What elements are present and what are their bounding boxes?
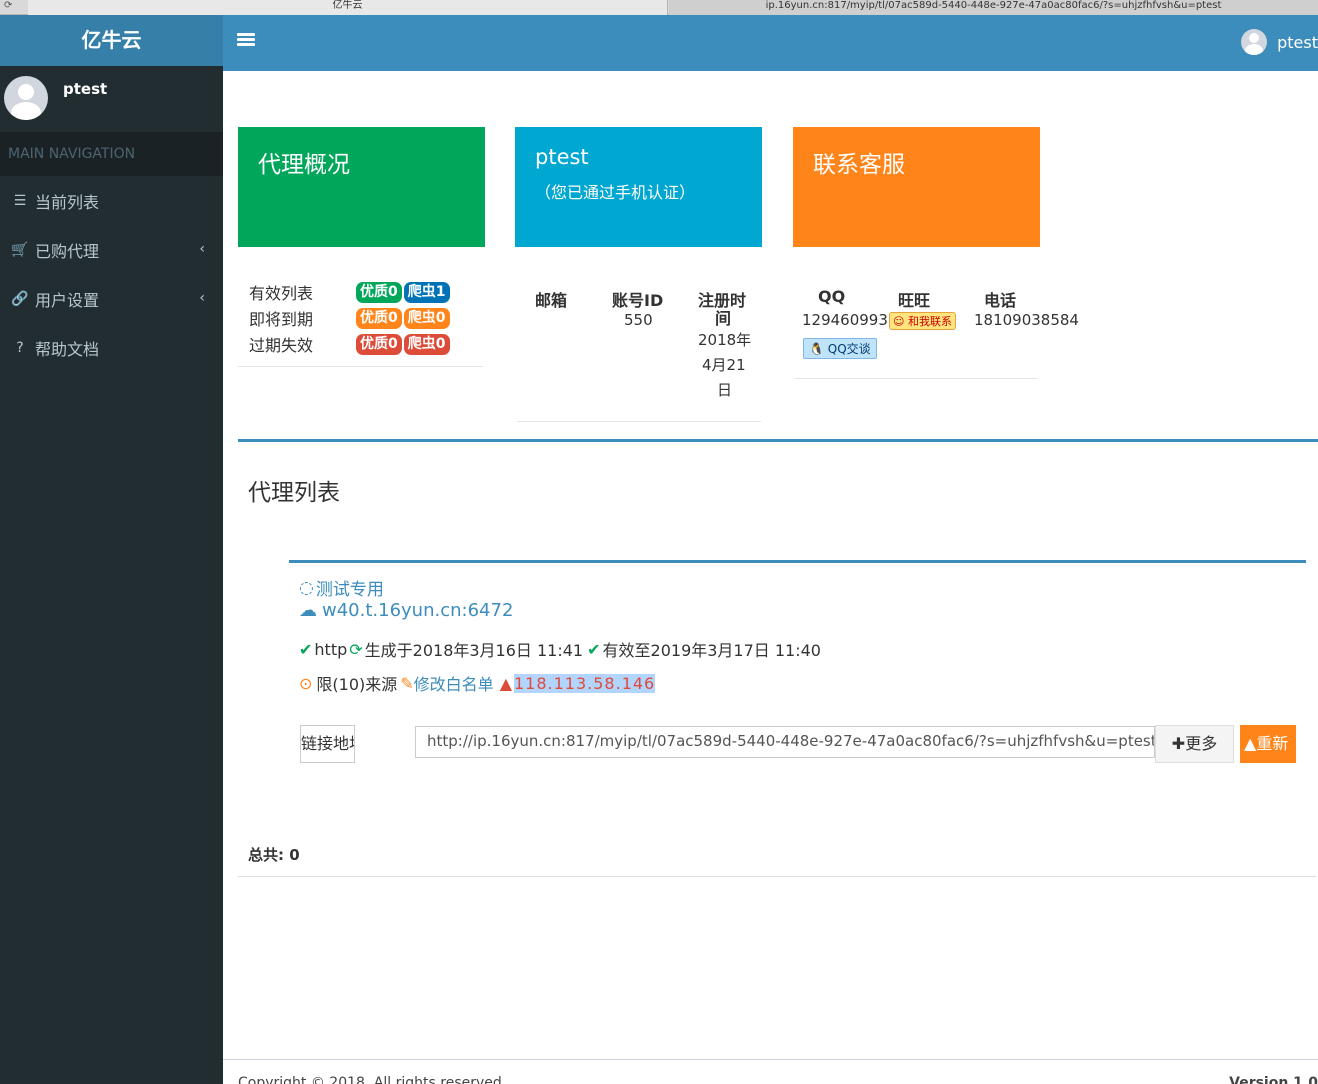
stat-row-expired: 过期失效 优质0 爬虫0 (249, 331, 452, 357)
check-icon: ✔ (299, 639, 313, 659)
support-card: 联系客服 (793, 127, 1040, 247)
sidebar-item-purchased[interactable]: 🛒 已购代理 ‹ (0, 225, 223, 274)
reset-button[interactable]: ▲重新 (1240, 725, 1296, 763)
circle-icon: ◌ (299, 577, 314, 598)
qq-chat-button[interactable]: 🐧 QQ交谈 (803, 338, 877, 359)
link-label: 链接地址 (300, 725, 355, 763)
status-badge[interactable]: 爬虫1 (403, 281, 450, 303)
user-menu[interactable]: ptest (1241, 27, 1318, 57)
edit-whitelist-link[interactable]: 修改白名单 (414, 671, 494, 695)
account-title: ptest (535, 145, 589, 169)
status-badge[interactable]: 优质0 (356, 281, 402, 303)
status-badge[interactable]: 爬虫0 (403, 307, 450, 329)
link-url-field[interactable]: http://ip.16yun.cn:817/myip/tl/07ac589d-… (415, 726, 1155, 758)
sidebar-item-help[interactable]: ? 帮助文档 (0, 323, 223, 372)
stat-row-valid: 有效列表 优质0 爬虫1 (249, 279, 452, 305)
browser-tabbar: ⟳ 亿牛云 ip.16yun.cn:817/myip/tl/07ac589d-5… (0, 0, 1318, 15)
proxy-stats: 有效列表 优质0 爬虫1 即将到期 优质0 爬虫0 过期失效 优质0 爬虫0 (238, 279, 483, 367)
refresh-icon: ⟳ (349, 639, 363, 659)
total-count: 总共: 0 (248, 846, 300, 864)
cloud-icon: ☁ (299, 600, 317, 621)
account-id: 550 (624, 311, 653, 329)
status-badge[interactable]: 爬虫0 (403, 333, 450, 355)
proxy-meta: ✔ http ⟳ 生成于2018年3月16日 11:41 ✔ 有效至2019年3月17… (299, 639, 821, 661)
stat-row-expiring: 即将到期 优质0 爬虫0 (249, 305, 452, 331)
divider (238, 876, 1316, 877)
section-title: 代理列表 (248, 480, 340, 506)
cart-icon: 🛒 (11, 241, 29, 258)
status-badge[interactable]: 优质0 (356, 333, 402, 355)
plus-icon: ✚ (1171, 734, 1186, 753)
footer: Copyright © 2018. All rights reserved. V… (223, 1059, 1318, 1084)
wangwang-button[interactable]: ☺ 和我联系 (889, 312, 956, 330)
list-icon: ☰ (13, 192, 27, 209)
nav-header: MAIN NAVIGATION (0, 132, 223, 176)
divider (517, 421, 761, 422)
link-icon: 🔗 (11, 290, 29, 307)
app-logo[interactable]: 亿牛云 (0, 15, 223, 66)
proxy-name-link[interactable]: ◌ 测试专用 (299, 575, 384, 601)
browser-tab-active[interactable]: 亿牛云 (28, 0, 668, 15)
target-icon: ⊙ (299, 673, 313, 693)
version: Version 1.0 (1229, 1075, 1318, 1084)
check-icon: ✔ (587, 639, 601, 659)
divider (795, 378, 1037, 379)
chevron-left-icon: ‹ (199, 241, 205, 257)
user-avatar (4, 76, 48, 120)
sidebar-item-current-list[interactable]: ☰ 当前列表 (0, 176, 223, 225)
account-info: 邮箱 账号ID 注册时 间 550 2018年 4月21 日 (535, 291, 752, 399)
whitelist-ip[interactable]: 118.113.58.146 (514, 673, 656, 693)
account-subtitle: （您已通过手机认证） (535, 183, 696, 202)
contact-info: QQ 旺旺 电话 1294609932 ☺ 和我联系 18109038584 🐧… (801, 285, 1079, 385)
sidebar-item-label: 当前列表 (35, 192, 100, 212)
warning-icon: ▲ (499, 673, 512, 693)
sidebar-item-user-settings[interactable]: 🔗 用户设置 ‹ (0, 274, 223, 323)
more-button[interactable]: ✚更多 (1155, 725, 1234, 763)
sidebar-item-label: 已购代理 (35, 241, 100, 261)
warning-icon: ▲ (1244, 734, 1257, 753)
browser-tab-url[interactable]: ip.16yun.cn:817/myip/tl/07ac589d-5440-44… (669, 0, 1318, 15)
top-navbar: ptest (223, 15, 1318, 71)
section-top-border (238, 439, 1318, 442)
edit-icon: ✎ (400, 673, 414, 693)
question-icon: ? (16, 339, 24, 356)
link-input-group: 链接地址 (300, 725, 355, 763)
phone-number: 18109038584 (974, 311, 1079, 329)
sidebar-item-label: 帮助文档 (35, 339, 100, 359)
qq-number: 1294609932 (802, 311, 890, 329)
copyright: Copyright © 2018. All rights reserved. (238, 1075, 507, 1084)
proxy-host[interactable]: ☁ w40.t.16yun.cn:6472 (299, 600, 513, 621)
account-card: ptest （您已通过手机认证） (515, 127, 762, 247)
main-content: 代理概况 ptest （您已通过手机认证） 联系客服 有效列表 优质0 爬虫1 … (223, 71, 1318, 1059)
chevron-left-icon: ‹ (199, 290, 205, 306)
header-username: ptest (1277, 32, 1318, 52)
support-title: 联系客服 (813, 152, 905, 178)
sidebar-item-label: 用户设置 (35, 290, 100, 310)
sidebar-username: ptest (63, 80, 108, 98)
list-top-border (289, 560, 1306, 563)
menu-toggle-icon[interactable] (237, 33, 255, 47)
overview-title: 代理概况 (258, 152, 350, 178)
avatar (1241, 29, 1268, 55)
sidebar: ptest MAIN NAVIGATION ☰ 当前列表 🛒 已购代理 ‹ 🔗 … (0, 66, 223, 1084)
refresh-icon[interactable]: ⟳ (4, 0, 16, 12)
user-panel: ptest (0, 66, 223, 132)
overview-card: 代理概况 (238, 127, 485, 247)
status-badge[interactable]: 优质0 (356, 307, 402, 329)
proxy-whitelist: ⊙ 限(10)来源 ✎ 修改白名单 ▲ 118.113.58.146 (299, 671, 656, 695)
